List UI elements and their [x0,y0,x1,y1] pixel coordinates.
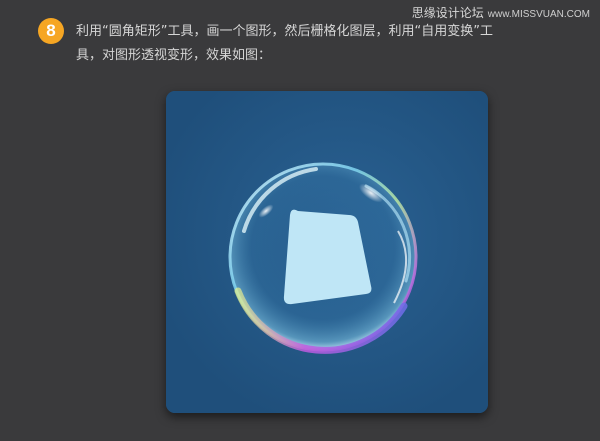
site-watermark: 思缘设计论坛 www.MISSVUAN.COM [412,4,590,21]
bubble-illustration [166,91,488,413]
step-instruction: 利用“圆角矩形”工具，画一个图形，然后栅格化图层，利用“自用变换”工 具，对图形… [76,20,576,68]
perspective-rounded-rectangle-icon [283,209,372,305]
step-number-badge: 8 [38,18,64,44]
instruction-line-1: 利用“圆角矩形”工具，画一个图形，然后栅格化图层，利用“自用变换”工 [76,24,493,39]
illustration-canvas [166,91,488,413]
watermark-site: www.MISSVUAN.COM [487,9,590,20]
watermark-cn: 思缘设计论坛 [411,6,484,20]
instruction-line-2: 具，对图形透视变形，效果如图： [76,48,272,63]
